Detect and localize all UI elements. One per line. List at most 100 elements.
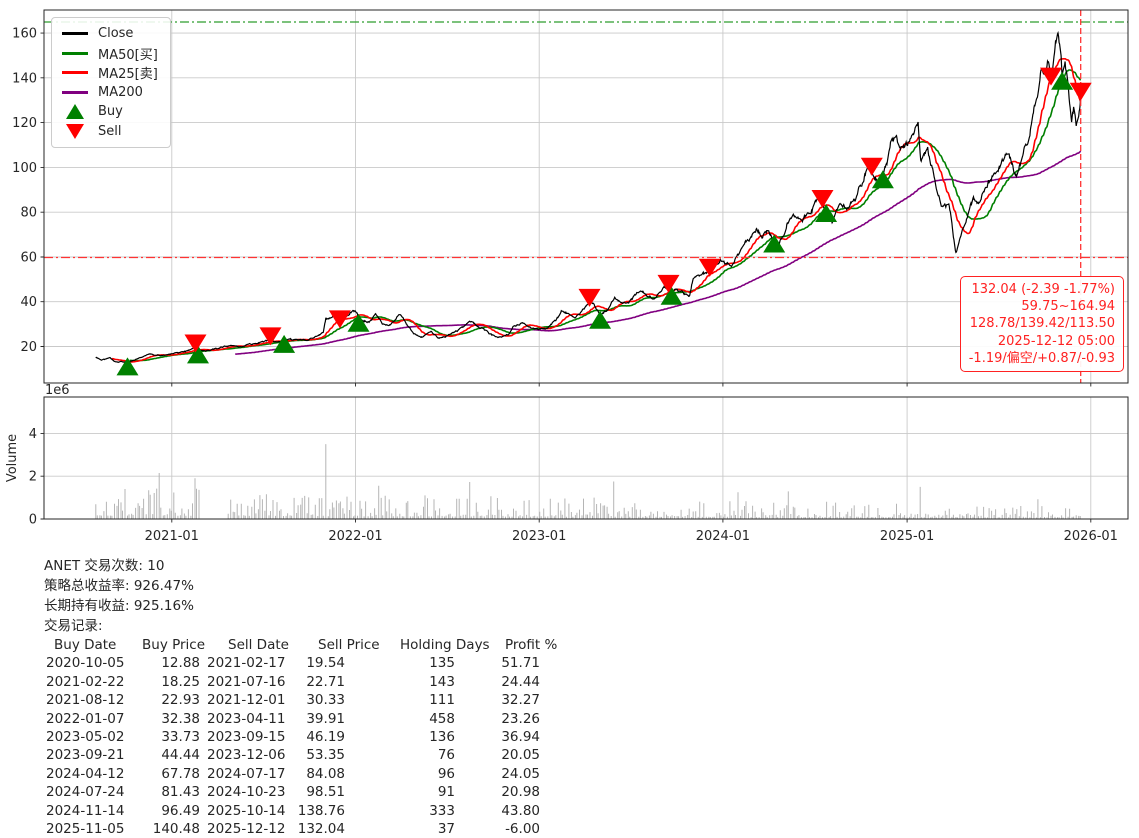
table-cell: 37 xyxy=(437,820,455,837)
table-row: 2025-11-05 140.48 2025-12-12 132.04 37 -6.00 xyxy=(0,821,1139,838)
legend-label: Close xyxy=(98,26,134,42)
table-cell: 24.44 xyxy=(501,673,540,690)
svg-text:2026-01: 2026-01 xyxy=(1064,529,1118,544)
table-cell: 51.71 xyxy=(501,655,540,672)
table-cell: 135 xyxy=(429,655,455,672)
table-cell: 458 xyxy=(429,710,455,727)
svg-text:2: 2 xyxy=(29,470,37,485)
table-cell: 46.19 xyxy=(306,728,345,745)
table-row: 2021-08-12 22.93 2021-12-01 30.33 111 32.27 xyxy=(0,692,1139,710)
legend-label: Sell xyxy=(98,123,122,139)
volume-axes-frame xyxy=(43,396,1129,520)
svg-text:2021-01: 2021-01 xyxy=(145,529,199,544)
table-cell: 19.54 xyxy=(306,655,345,672)
table-cell: 23.26 xyxy=(501,710,540,727)
legend-label: MA25[卖] xyxy=(98,67,158,83)
svg-text:0: 0 xyxy=(29,513,37,528)
annotation-line: 132.04 (-2.39 -1.77%) xyxy=(971,282,1115,297)
volume-offset-label: 1e6 xyxy=(45,383,70,398)
table-cell: 2025-11-05 xyxy=(46,820,125,837)
table-cell: 22.93 xyxy=(161,692,200,709)
summary-trade-count: ANET 交易次数: 10 xyxy=(44,558,165,574)
trades-table-header: Buy Date Buy Price Sell Date Sell Price Hold… xyxy=(0,637,1139,655)
table-row: 2023-05-02 33.73 2023-09-15 46.19 136 36.94 xyxy=(0,729,1139,747)
table-cell: 2024-11-14 xyxy=(46,802,125,819)
table-cell: 2024-07-24 xyxy=(46,784,125,801)
table-cell: 2021-02-22 xyxy=(46,673,125,690)
annotation-line: 128.78/139.42/113.50 xyxy=(969,316,1115,332)
legend-item: MA50[买] xyxy=(61,44,158,64)
legend-label: Buy xyxy=(98,104,123,120)
stock-strategy-figure: 20 40 60 80 100 120 140 160 0 2 4 2021-01 2022-01 202… xyxy=(0,0,1139,838)
table-cell: 20.05 xyxy=(501,747,540,764)
svg-text:4: 4 xyxy=(29,427,37,442)
svg-text:120: 120 xyxy=(12,116,37,131)
svg-text:80: 80 xyxy=(20,206,37,221)
table-cell: 36.94 xyxy=(501,728,540,745)
legend-item: Close xyxy=(61,24,158,44)
table-cell: 44.44 xyxy=(161,747,200,764)
table-cell: 20.98 xyxy=(501,784,540,801)
annotation-line: -1.19/偏空/+0.87/-0.93 xyxy=(968,350,1115,366)
table-cell: 43.80 xyxy=(501,802,540,819)
svg-text:40: 40 xyxy=(20,295,37,310)
strategy-summary-block: ANET 交易次数: 10 策略总收益率: 926.47% 长期持有收益: 92… xyxy=(0,556,1139,838)
table-cell: 2020-10-05 xyxy=(46,655,125,672)
table-cell: 2021-08-12 xyxy=(46,692,125,709)
table-cell: 76 xyxy=(437,747,455,764)
table-cell: 96 xyxy=(437,765,455,782)
axis-ticks xyxy=(40,32,1092,523)
ma200-line-swatch xyxy=(61,90,88,94)
volume-bars xyxy=(95,444,1081,519)
table-cell: 138.76 xyxy=(297,802,345,819)
table-cell: 33.73 xyxy=(161,728,200,745)
svg-text:160: 160 xyxy=(12,27,37,42)
table-cell: 32.27 xyxy=(501,692,540,709)
trades-header-cell: Buy Price xyxy=(142,637,206,653)
trades-header-cell: Buy Date xyxy=(54,637,117,653)
legend-item: MA200 xyxy=(61,83,158,103)
trades-header-cell: Holding Days xyxy=(400,637,490,653)
ma25-line-swatch xyxy=(61,71,88,75)
table-cell: 18.25 xyxy=(161,673,200,690)
table-cell: 81.43 xyxy=(161,784,200,801)
table-cell: 30.33 xyxy=(306,692,345,709)
annotation-line: 2025-12-12 05:00 xyxy=(997,333,1115,349)
ma25-line xyxy=(111,57,1082,363)
summary-hold-return: 长期持有收益: 925.16% xyxy=(44,598,194,614)
table-cell: 2024-04-12 xyxy=(46,765,125,782)
table-cell: 2022-01-07 xyxy=(46,710,125,727)
volume-ylabel: Volume xyxy=(5,434,20,482)
svg-text:140: 140 xyxy=(12,71,37,86)
table-cell: 53.35 xyxy=(306,747,345,764)
table-cell: 24.05 xyxy=(501,765,540,782)
buy-triangle-icon xyxy=(61,104,88,120)
ma50-line xyxy=(129,69,1082,362)
legend-item: MA25[卖] xyxy=(61,63,158,83)
ma50-line-swatch xyxy=(61,51,88,55)
table-row: 2024-07-24 81.43 2024-10-23 98.51 91 20.98 xyxy=(0,784,1139,802)
gridlines xyxy=(44,10,1128,519)
table-cell: 39.91 xyxy=(306,710,345,727)
svg-text:2024-01: 2024-01 xyxy=(696,529,750,544)
buy-markers xyxy=(116,71,1074,376)
table-cell: -6.00 xyxy=(505,820,540,837)
svg-text:60: 60 xyxy=(20,251,37,266)
table-row: 2023-09-21 44.44 2023-12-06 53.35 76 20.05 xyxy=(0,747,1139,765)
table-cell: 91 xyxy=(437,784,455,801)
table-row: 2022-01-07 32.38 2023-04-11 39.91 458 23.26 xyxy=(0,711,1139,729)
trades-header-cell: Sell Price xyxy=(318,637,380,653)
table-cell: 84.08 xyxy=(306,765,345,782)
svg-text:2022-01: 2022-01 xyxy=(328,529,382,544)
summary-trades-title: 交易记录: xyxy=(44,618,103,634)
trades-table: Buy Date Buy Price Sell Date Sell Price Hold… xyxy=(0,637,1139,838)
svg-text:2025-01: 2025-01 xyxy=(880,529,934,544)
svg-text:100: 100 xyxy=(12,161,37,176)
table-cell: 2023-09-21 xyxy=(46,747,125,764)
table-cell: 111 xyxy=(429,692,455,709)
svg-text:20: 20 xyxy=(20,340,37,355)
table-cell: 98.51 xyxy=(306,784,345,801)
close-line-swatch xyxy=(61,32,88,36)
table-cell: 32.38 xyxy=(161,710,200,727)
table-cell: 22.71 xyxy=(306,673,345,690)
